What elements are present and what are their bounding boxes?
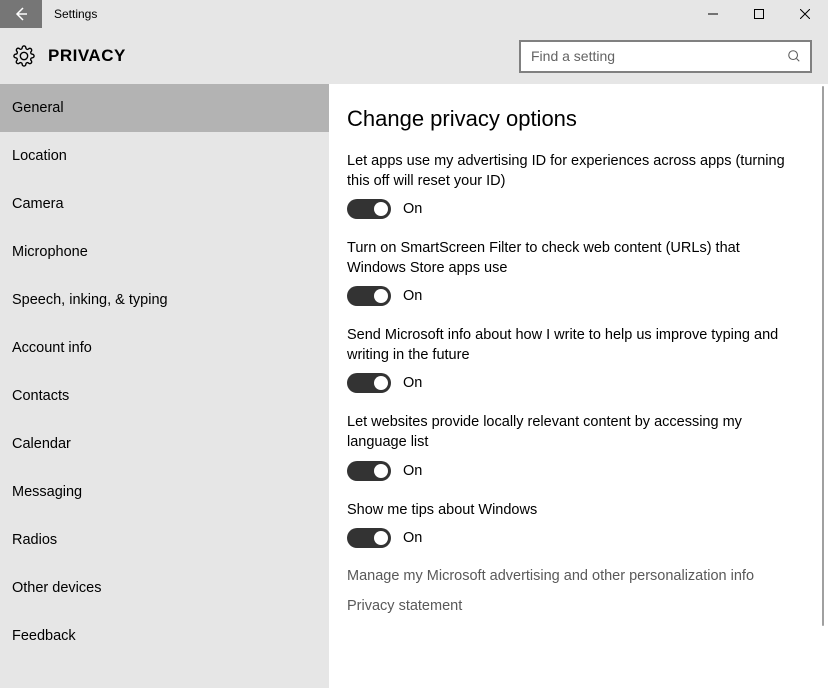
sidebar-item-label: Other devices: [12, 580, 101, 596]
sidebar-item-label: Messaging: [12, 484, 82, 500]
close-icon: [800, 9, 810, 19]
sidebar-item-label: Speech, inking, & typing: [12, 292, 168, 308]
scrollbar-thumb[interactable]: [822, 86, 824, 626]
maximize-icon: [754, 9, 764, 19]
maximize-button[interactable]: [736, 0, 782, 28]
app-title: Settings: [54, 7, 97, 21]
toggle-switch[interactable]: [347, 528, 391, 548]
toggle-state-label: On: [403, 375, 422, 391]
toggle-switch[interactable]: [347, 373, 391, 393]
toggle-state-label: On: [403, 463, 422, 479]
sidebar-item-label: General: [12, 100, 64, 116]
toggle-state-label: On: [403, 288, 422, 304]
sidebar-item-label: Microphone: [12, 244, 88, 260]
setting-description: Let apps use my advertising ID for exper…: [347, 152, 802, 191]
sidebar-item-label: Location: [12, 148, 67, 164]
titlebar: Settings: [0, 0, 828, 28]
sidebar-item-microphone[interactable]: Microphone: [0, 228, 329, 276]
setting-item: Let websites provide locally relevant co…: [347, 413, 802, 480]
toggle-state-label: On: [403, 201, 422, 217]
sidebar-item-calendar[interactable]: Calendar: [0, 420, 329, 468]
toggle-row: On: [347, 461, 802, 481]
toggle-switch[interactable]: [347, 286, 391, 306]
setting-description: Turn on SmartScreen Filter to check web …: [347, 239, 802, 278]
setting-item: Let apps use my advertising ID for exper…: [347, 152, 802, 219]
link[interactable]: Manage my Microsoft advertising and othe…: [347, 568, 802, 584]
search-input[interactable]: [531, 48, 786, 64]
sidebar-item-messaging[interactable]: Messaging: [0, 468, 329, 516]
search-icon: [786, 49, 802, 63]
sidebar-item-feedback[interactable]: Feedback: [0, 612, 329, 660]
sidebar: General Location Camera Microphone Speech, i…: [0, 84, 329, 688]
setting-description: Let websites provide locally relevant co…: [347, 413, 802, 452]
toggle-row: On: [347, 286, 802, 306]
page-title: PRIVACY: [48, 46, 126, 66]
sidebar-item-label: Contacts: [12, 388, 69, 404]
link[interactable]: Privacy statement: [347, 598, 802, 614]
setting-item: Send Microsoft info about how I write to…: [347, 326, 802, 393]
close-button[interactable]: [782, 0, 828, 28]
toggle-switch[interactable]: [347, 461, 391, 481]
sidebar-item-speech-inking-typing[interactable]: Speech, inking, & typing: [0, 276, 329, 324]
toggle-row: On: [347, 528, 802, 548]
scrollbar[interactable]: [820, 86, 826, 682]
back-button[interactable]: [0, 0, 42, 28]
main-content: Change privacy options Let apps use my a…: [329, 84, 828, 688]
sidebar-item-label: Feedback: [12, 628, 76, 644]
header: PRIVACY: [0, 28, 828, 84]
setting-item: Show me tips about Windows On: [347, 501, 802, 549]
sidebar-item-other-devices[interactable]: Other devices: [0, 564, 329, 612]
minimize-icon: [708, 9, 718, 19]
sidebar-item-camera[interactable]: Camera: [0, 180, 329, 228]
sidebar-item-general[interactable]: General: [0, 84, 329, 132]
setting-item: Turn on SmartScreen Filter to check web …: [347, 239, 802, 306]
sidebar-item-label: Account info: [12, 340, 92, 356]
setting-description: Show me tips about Windows: [347, 501, 802, 521]
sidebar-item-label: Calendar: [12, 436, 71, 452]
sidebar-item-location[interactable]: Location: [0, 132, 329, 180]
sidebar-item-contacts[interactable]: Contacts: [0, 372, 329, 420]
toggle-state-label: On: [403, 530, 422, 546]
main-heading: Change privacy options: [347, 106, 802, 132]
setting-description: Send Microsoft info about how I write to…: [347, 326, 802, 365]
arrow-left-icon: [12, 5, 30, 23]
toggle-row: On: [347, 373, 802, 393]
gear-icon: [12, 44, 36, 68]
toggle-switch[interactable]: [347, 199, 391, 219]
sidebar-item-label: Radios: [12, 532, 57, 548]
toggle-row: On: [347, 199, 802, 219]
search-box[interactable]: [519, 40, 812, 73]
sidebar-item-label: Camera: [12, 196, 64, 212]
sidebar-item-radios[interactable]: Radios: [0, 516, 329, 564]
sidebar-item-account-info[interactable]: Account info: [0, 324, 329, 372]
minimize-button[interactable]: [690, 0, 736, 28]
